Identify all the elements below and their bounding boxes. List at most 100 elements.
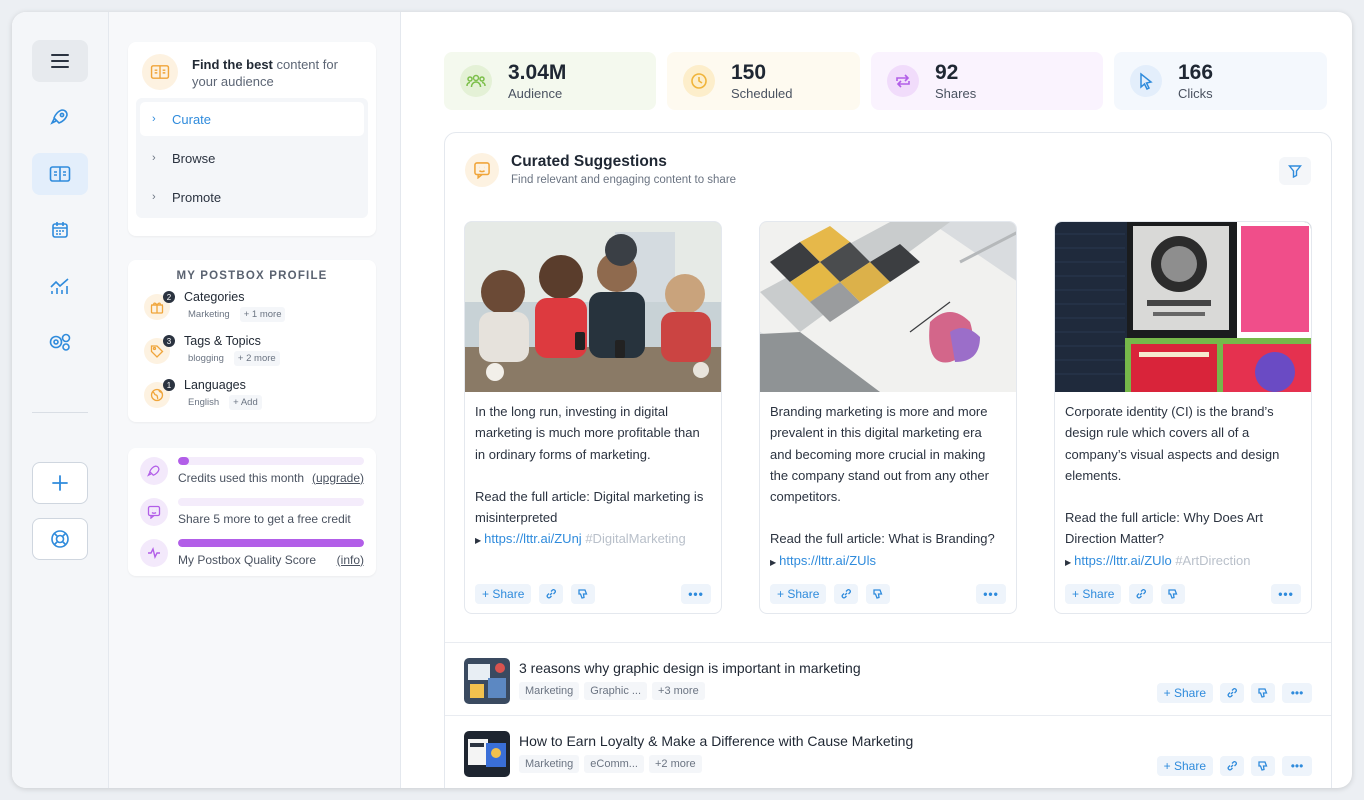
- dislike-button[interactable]: [1251, 683, 1275, 703]
- list-more-tag[interactable]: +3 more: [652, 682, 705, 700]
- copy-link-button[interactable]: [1220, 683, 1244, 703]
- repost-icon: [887, 65, 919, 97]
- share-button[interactable]: + Share: [475, 584, 532, 604]
- list-tag[interactable]: Marketing: [519, 682, 580, 700]
- card-read-more: Read the full article: Digital marketing…: [475, 488, 704, 526]
- profile-row-languages[interactable]: 1 Languages English + Add: [128, 370, 376, 414]
- list-tag[interactable]: Graphic ...: [584, 682, 648, 700]
- filter-icon: [1288, 165, 1302, 178]
- card-link[interactable]: https://lttr.ai/ZUnj: [484, 531, 582, 546]
- stat-clicks: 166 Clicks: [1114, 52, 1327, 110]
- rail-settings-button[interactable]: [32, 321, 88, 363]
- rocket-icon: [50, 109, 68, 125]
- copy-link-button[interactable]: [1129, 584, 1154, 604]
- dislike-button[interactable]: [866, 584, 891, 604]
- list-tag[interactable]: Marketing: [519, 755, 580, 773]
- list-tag[interactable]: eComm...: [584, 755, 644, 773]
- count-badge: 1: [163, 379, 175, 391]
- dislike-button[interactable]: [1161, 584, 1186, 604]
- share-button[interactable]: + Share: [770, 584, 827, 604]
- share-credit-label: Share 5 more to get a free credit: [178, 511, 351, 526]
- profile-tag: English: [188, 397, 220, 408]
- graphic-design-thumbnail: [464, 658, 510, 704]
- suggestion-card[interactable]: Branding marketing is more and more prev…: [759, 221, 1017, 614]
- more-button[interactable]: •••: [1282, 756, 1312, 776]
- profile-add-tag[interactable]: + Add: [229, 395, 262, 410]
- upgrade-link[interactable]: (upgrade): [312, 471, 364, 485]
- dislike-button[interactable]: [1251, 756, 1275, 776]
- rail-calendar-button[interactable]: [32, 209, 88, 251]
- profile-more-tag[interactable]: + 1 more: [239, 307, 286, 322]
- create-post-button[interactable]: [32, 462, 88, 504]
- menu-icon: [51, 54, 69, 68]
- stat-label: Clicks: [1178, 85, 1213, 101]
- card-hashtag[interactable]: #DigitalMarketing: [585, 531, 685, 546]
- rail-analytics-button[interactable]: [32, 265, 88, 307]
- card-hashtag[interactable]: #ArtDirection: [1175, 553, 1250, 568]
- main-content: 3.04M Audience 150 Scheduled 92 Shares 166 C…: [401, 12, 1352, 788]
- copy-link-button[interactable]: [1220, 756, 1244, 776]
- link-icon: [1227, 761, 1237, 771]
- profile-row-tags[interactable]: 3 Tags & Topics blogging + 2 more: [128, 326, 376, 370]
- more-button[interactable]: •••: [1271, 584, 1301, 604]
- filter-button[interactable]: [1279, 157, 1311, 185]
- share-button[interactable]: + Share: [1156, 756, 1213, 776]
- play-icon: ▶: [475, 536, 482, 546]
- calendar-icon: [52, 222, 68, 238]
- profile-row-label: Languages: [184, 378, 246, 392]
- rocket-icon: [140, 456, 168, 485]
- card-link[interactable]: https://lttr.ai/ZUls: [779, 553, 876, 568]
- more-button[interactable]: •••: [1282, 683, 1312, 703]
- rail-divider: [32, 412, 88, 413]
- nav-curate[interactable]: › Curate: [140, 102, 364, 136]
- more-button[interactable]: •••: [976, 584, 1006, 604]
- rail-publish-button[interactable]: [32, 96, 88, 138]
- posters-wall-image: [1055, 222, 1311, 392]
- list-item[interactable]: How to Earn Loyalty & Make a Difference …: [464, 729, 1312, 788]
- chat-icon: [140, 497, 168, 526]
- stat-value: 92: [935, 60, 959, 84]
- profile-row-categories[interactable]: 2 Categories Marketing + 1 more: [128, 282, 376, 326]
- list-item-title[interactable]: 3 reasons why graphic design is importan…: [519, 660, 861, 676]
- info-link[interactable]: (info): [337, 553, 364, 567]
- nav-promote[interactable]: › Promote: [140, 180, 364, 214]
- profile-more-tag[interactable]: + 2 more: [233, 351, 280, 366]
- usage-card: Credits used this month (upgrade) Share 5…: [128, 448, 376, 576]
- share-button[interactable]: + Share: [1156, 683, 1213, 703]
- rail-content-button[interactable]: [32, 153, 88, 195]
- nav-browse[interactable]: › Browse: [140, 141, 364, 175]
- people-with-phones-image: [465, 222, 721, 392]
- cause-marketing-thumbnail: [464, 731, 510, 777]
- list-more-tag[interactable]: +2 more: [648, 755, 702, 773]
- content-icon: [150, 65, 170, 79]
- pulse-icon: [140, 538, 168, 567]
- profile-tag: Marketing: [188, 309, 230, 320]
- discover-title: Find the best content for your audience: [192, 57, 338, 89]
- suggestion-card[interactable]: Corporate identity (CI) is the brand’s d…: [1054, 221, 1312, 614]
- count-badge: 3: [163, 335, 175, 347]
- credits-meter: Credits used this month (upgrade): [128, 450, 376, 491]
- profile-row-label: Categories: [184, 290, 245, 304]
- card-link[interactable]: https://lttr.ai/ZUlo: [1074, 553, 1172, 568]
- side-panel: Find the best content for your audience …: [109, 12, 401, 788]
- profile-row-label: Tags & Topics: [184, 334, 261, 348]
- share-button[interactable]: + Share: [1065, 584, 1122, 604]
- quality-score-bar: [178, 538, 364, 547]
- list-item-title[interactable]: How to Earn Loyalty & Make a Difference …: [519, 733, 913, 749]
- more-button[interactable]: •••: [681, 584, 711, 604]
- list-item[interactable]: 3 reasons why graphic design is importan…: [464, 656, 1312, 716]
- dislike-button[interactable]: [571, 584, 596, 604]
- tag-icon: 3: [144, 335, 175, 364]
- thumbs-down-icon: [1258, 688, 1268, 698]
- card-body: Branding marketing is more and more prev…: [770, 404, 989, 505]
- menu-button[interactable]: [32, 40, 88, 82]
- stat-label: Scheduled: [731, 85, 793, 101]
- copy-link-button[interactable]: [539, 584, 564, 604]
- color-swatch-book-image: [760, 222, 1016, 392]
- app-window: Find the best content for your audience …: [12, 12, 1352, 788]
- copy-link-button[interactable]: [834, 584, 859, 604]
- link-icon: [841, 589, 852, 599]
- help-button[interactable]: [32, 518, 88, 560]
- suggestion-card[interactable]: In the long run, investing in digital ma…: [464, 221, 722, 614]
- chevron-right-icon: ›: [152, 191, 156, 203]
